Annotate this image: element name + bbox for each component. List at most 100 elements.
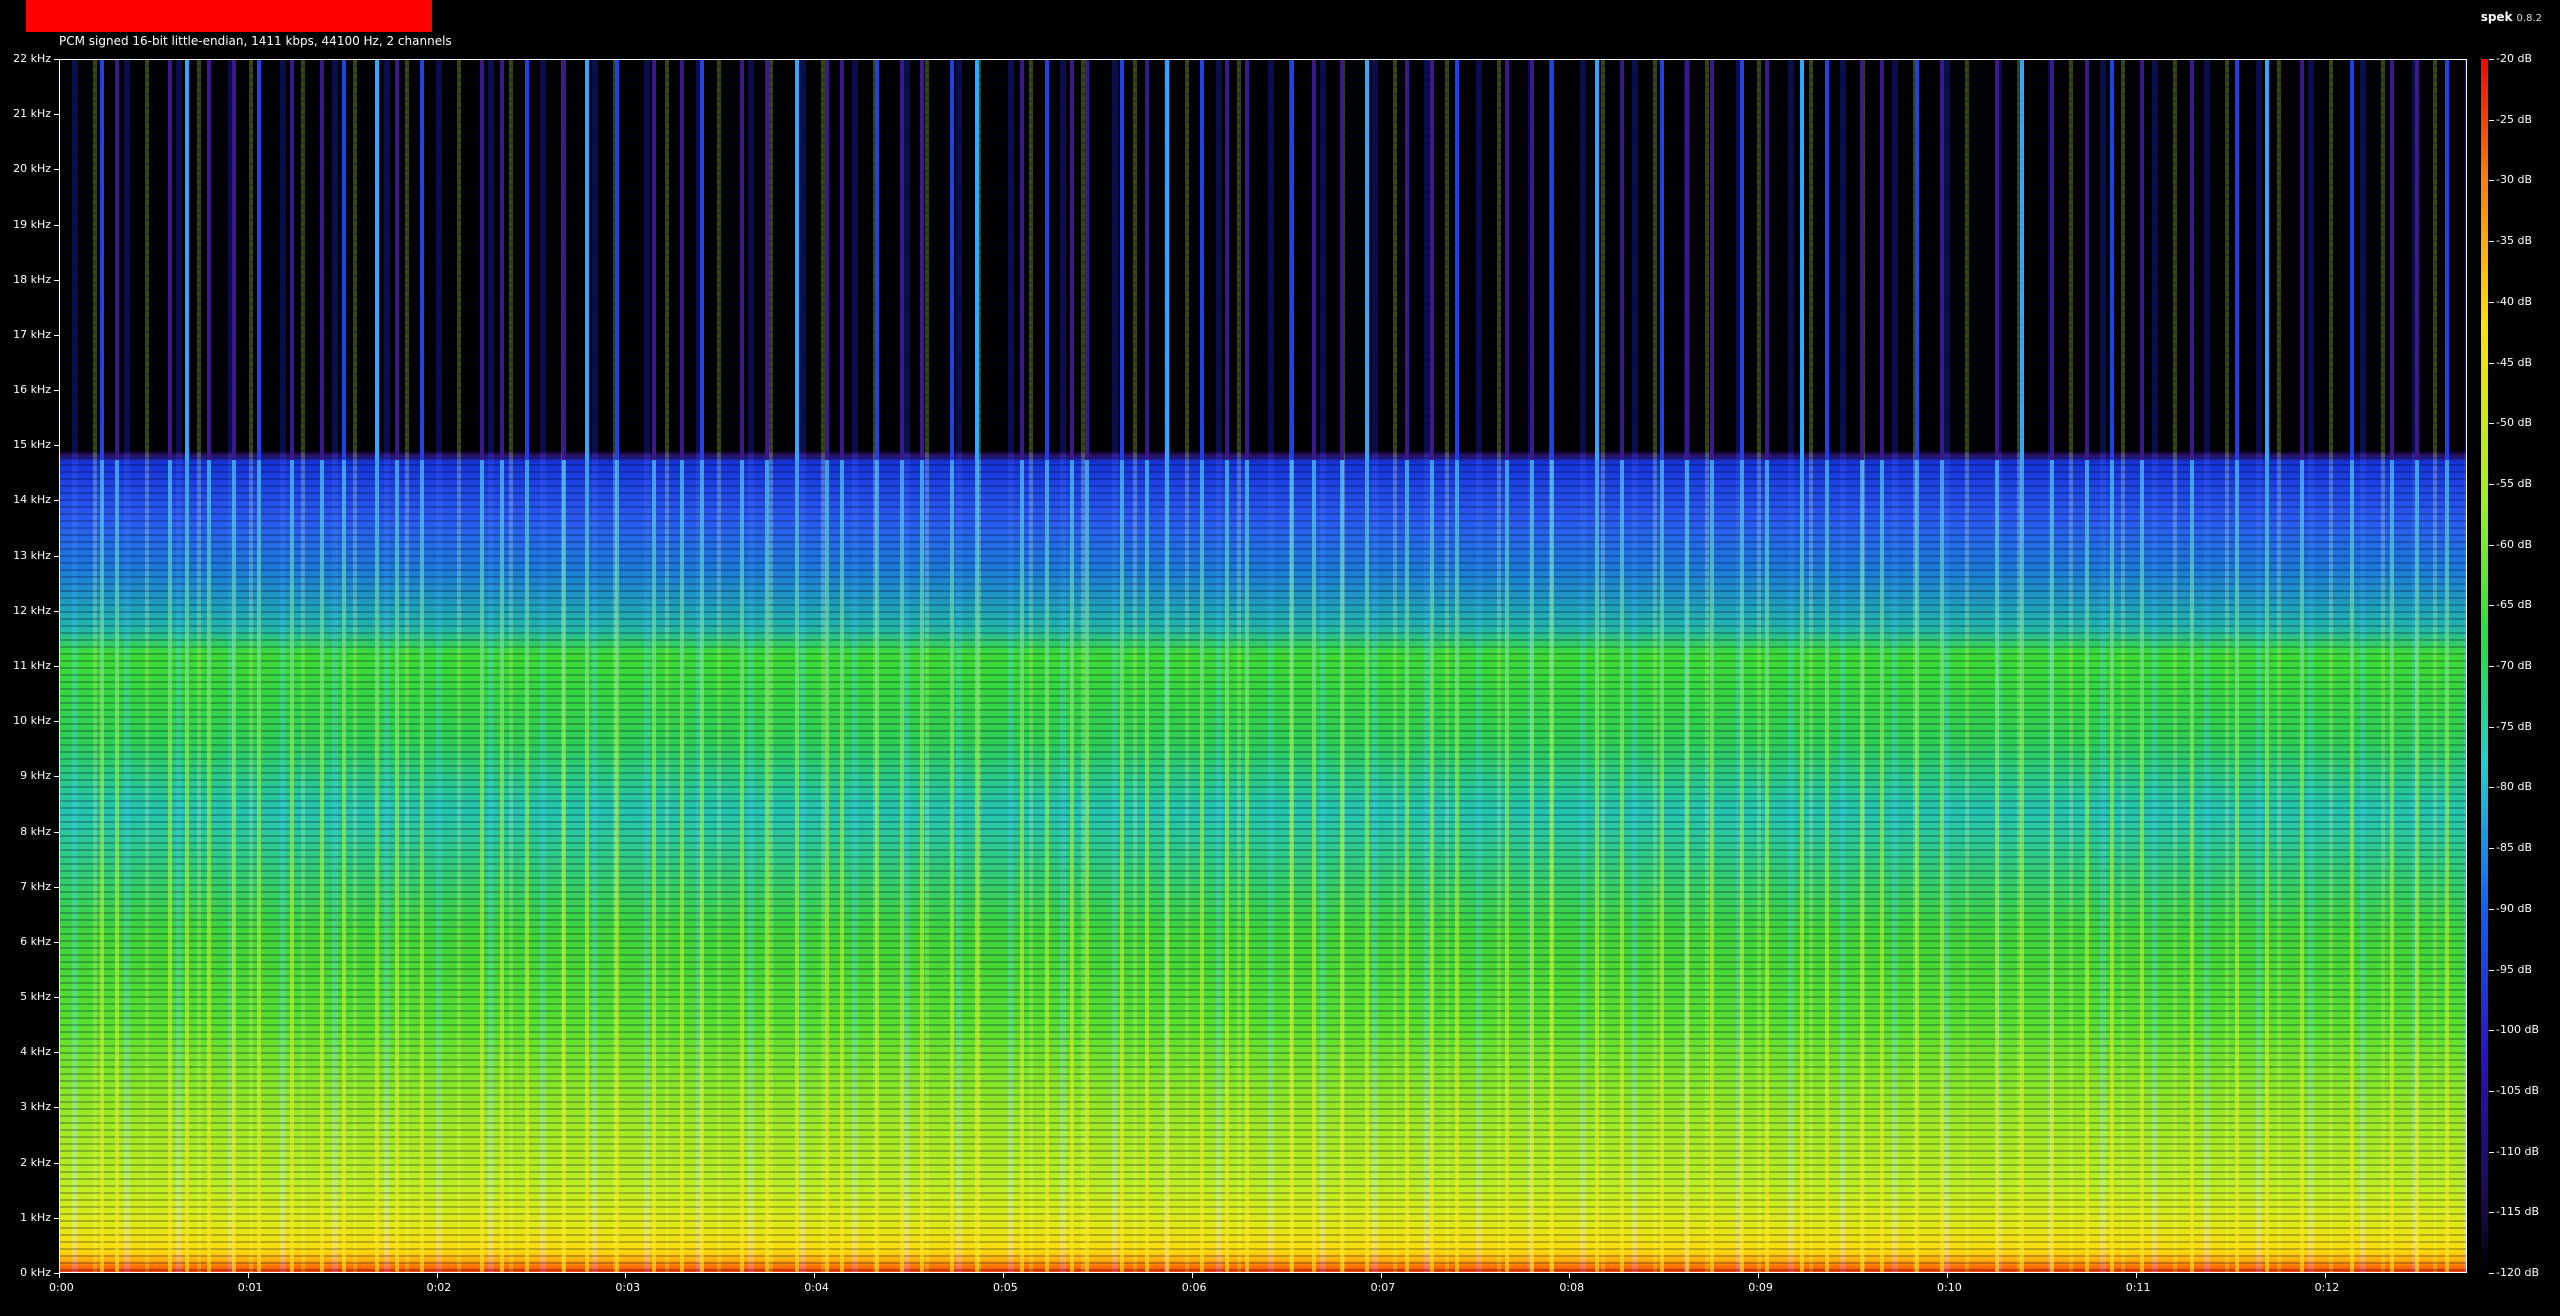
x-tick-mark <box>2135 1273 2137 1278</box>
transient-upper <box>207 60 211 460</box>
transient-lower <box>207 459 211 1272</box>
transient-column <box>920 60 924 1272</box>
transient-upper <box>1070 60 1074 460</box>
transient-column <box>232 60 236 1272</box>
transient-lower <box>1915 459 1919 1272</box>
transient-lower <box>1365 459 1369 1272</box>
transient-lower <box>342 459 346 1272</box>
transient-column <box>1505 60 1509 1272</box>
db-tick-mark <box>2489 1273 2494 1274</box>
transient-column <box>168 60 172 1272</box>
transient-lower <box>700 459 704 1272</box>
file-info-text: PCM signed 16-bit little-endian, 1411 kb… <box>59 34 452 48</box>
transient-upper <box>232 60 236 460</box>
transient-upper <box>1340 60 1344 460</box>
transient-lower <box>1245 459 1249 1272</box>
transient-upper <box>1595 60 1599 460</box>
transient-upper <box>115 60 119 460</box>
transient-upper <box>480 60 484 460</box>
transient-column <box>2085 60 2089 1272</box>
y-tick-mark <box>54 334 59 336</box>
transient-column <box>500 60 504 1272</box>
transient-lower <box>2050 459 2054 1272</box>
y-tick-label: 19 kHz <box>13 217 51 231</box>
y-tick-label: 18 kHz <box>13 272 51 286</box>
transient-lower <box>1070 459 1074 1272</box>
x-tick-label: 0:09 <box>1748 1281 1773 1294</box>
transient-column <box>1365 60 1369 1272</box>
y-tick-label: 3 kHz <box>20 1100 51 1114</box>
transient-column <box>2140 60 2144 1272</box>
transient-column <box>1145 60 1149 1272</box>
transient-column <box>1550 60 1554 1272</box>
transient-column <box>2415 60 2419 1272</box>
y-tick-mark <box>54 169 59 171</box>
transient-column <box>2300 60 2304 1272</box>
transient-lower <box>1455 459 1459 1272</box>
transient-column <box>825 60 829 1272</box>
transient-column <box>1940 60 1944 1272</box>
transient-lower <box>2235 459 2239 1272</box>
transient-upper <box>920 60 924 460</box>
transient-upper <box>1660 60 1664 460</box>
transient-upper <box>840 60 844 460</box>
y-tick-mark <box>54 279 59 281</box>
transient-column <box>795 60 799 1272</box>
transient-column <box>1200 60 1204 1272</box>
x-tick-mark <box>247 1273 249 1278</box>
transient-upper <box>2190 60 2194 460</box>
transient-column <box>2390 60 2394 1272</box>
transient-upper <box>1290 60 1294 460</box>
transient-lower <box>2300 459 2304 1272</box>
transient-lower <box>2190 459 2194 1272</box>
transient-upper <box>2390 60 2394 460</box>
transient-lower <box>875 459 879 1272</box>
transient-column <box>1530 60 1534 1272</box>
transient-column <box>900 60 904 1272</box>
transient-column <box>1405 60 1409 1272</box>
y-tick-label: 16 kHz <box>13 383 51 397</box>
db-tick-mark <box>2489 726 2494 728</box>
db-tick-label: -40 dB <box>2496 294 2532 308</box>
transient-column <box>1120 60 1124 1272</box>
db-tick-mark <box>2489 180 2494 182</box>
transient-upper <box>652 60 656 460</box>
transient-column <box>185 60 189 1272</box>
transient-upper <box>1940 60 1944 460</box>
transient-upper <box>1800 60 1804 460</box>
y-tick-label: 21 kHz <box>13 107 51 121</box>
y-tick-mark <box>54 1217 59 1219</box>
x-tick-label: 0:00 <box>49 1281 74 1294</box>
y-tick-label: 4 kHz <box>20 1045 51 1059</box>
y-tick-label: 11 kHz <box>13 659 51 672</box>
transient-lower <box>900 459 904 1272</box>
transient-lower <box>975 459 979 1272</box>
transient-upper <box>500 60 504 460</box>
transient-upper <box>1312 60 1316 460</box>
db-tick-mark <box>2489 362 2494 364</box>
transient-column <box>2445 60 2449 1272</box>
db-tick-mark <box>2489 848 2494 850</box>
x-tick-label: 0:05 <box>993 1281 1018 1294</box>
spectrogram-plot <box>59 59 2467 1273</box>
transient-upper <box>1405 60 1409 460</box>
transient-upper <box>1825 60 1829 460</box>
transient-lower <box>375 459 379 1272</box>
transient-lower <box>2020 459 2024 1272</box>
db-tick-mark <box>2489 1151 2494 1153</box>
db-tick-label: -55 dB <box>2496 476 2532 490</box>
y-tick-mark <box>54 59 59 60</box>
x-tick-label: 0:08 <box>1559 1281 1585 1294</box>
x-tick-mark <box>1569 1273 1571 1278</box>
x-tick-mark <box>2324 1273 2326 1278</box>
x-tick-mark <box>59 1273 60 1278</box>
db-tick-mark <box>2489 483 2494 485</box>
y-tick-mark <box>54 1107 59 1109</box>
transient-column <box>1290 60 1294 1272</box>
transient-lower <box>500 459 504 1272</box>
transient-column <box>375 60 379 1272</box>
transient-lower <box>185 459 189 1272</box>
x-tick-label: 0:11 <box>2125 1281 2151 1294</box>
y-tick-mark <box>54 445 59 447</box>
transient-lower <box>100 459 104 1272</box>
